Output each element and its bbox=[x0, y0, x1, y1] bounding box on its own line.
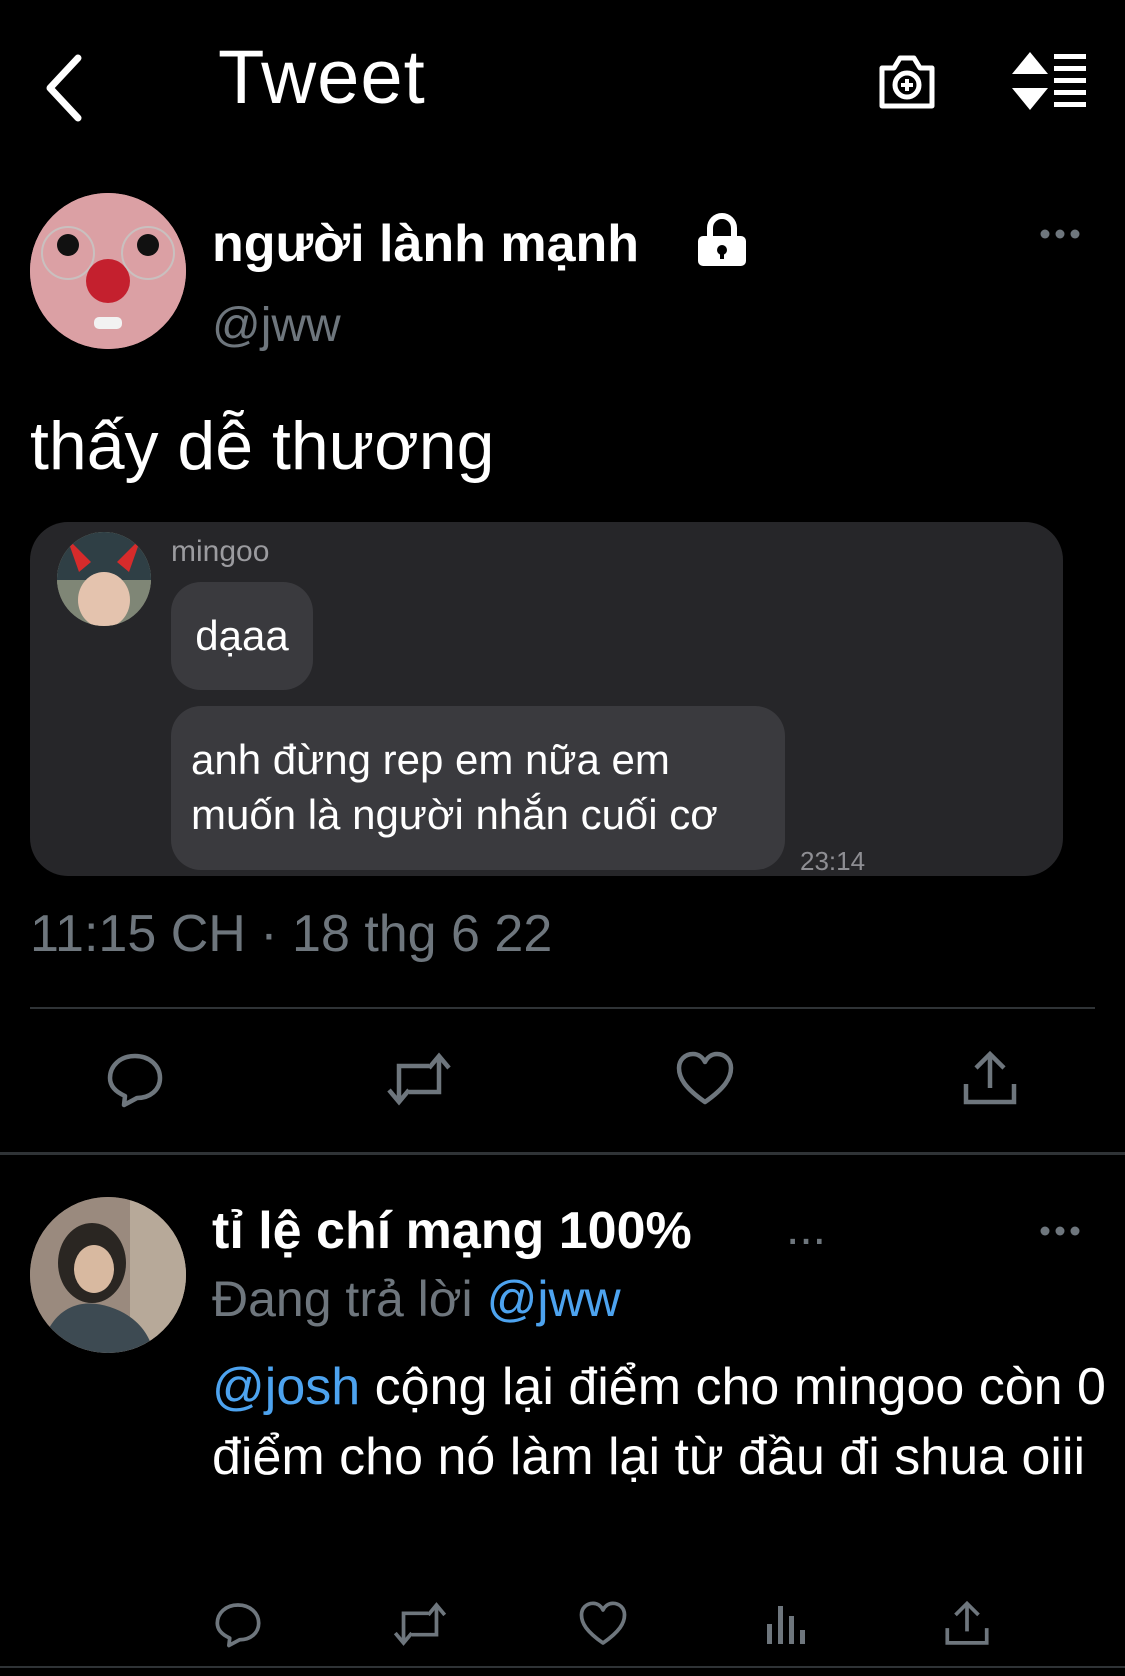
tweet-timestamp[interactable]: 11:15 CH · 18 thg 6 22 bbox=[30, 908, 552, 960]
avatar-illustration bbox=[30, 193, 186, 349]
back-button[interactable] bbox=[40, 50, 90, 130]
like-icon bbox=[578, 1600, 628, 1648]
analytics-icon bbox=[764, 1600, 808, 1646]
author-avatar[interactable] bbox=[30, 193, 186, 349]
author-handle[interactable]: @jww bbox=[212, 302, 341, 350]
reply-analytics-button[interactable] bbox=[764, 1600, 808, 1646]
chat-bubble: anh đừng rep em nữa em muốn là người nhắ… bbox=[171, 706, 785, 870]
reply-author-name[interactable]: tỉ lệ chí mạng 100% bbox=[212, 1205, 692, 1257]
chat-time: 23:14 bbox=[800, 846, 866, 876]
like-icon bbox=[675, 1050, 735, 1108]
tweet-text: thấy dễ thương bbox=[30, 408, 495, 484]
reply-author-avatar[interactable] bbox=[30, 1197, 186, 1353]
chat-sender-name: mingoo bbox=[171, 535, 270, 568]
replying-to: Đang trả lời @jww bbox=[212, 1272, 621, 1327]
name-truncation: ... bbox=[786, 1202, 827, 1255]
more-horizontal-icon bbox=[1040, 228, 1080, 240]
reply-reply-button[interactable] bbox=[214, 1600, 262, 1648]
sort-button[interactable] bbox=[1012, 52, 1088, 110]
divider bbox=[0, 1666, 1125, 1668]
reply-icon bbox=[214, 1600, 262, 1648]
share-icon bbox=[962, 1050, 1018, 1108]
reply-text: @josh cộng lại điểm cho mingoo còn 0 điể… bbox=[212, 1352, 1112, 1492]
sort-icon bbox=[1012, 52, 1088, 110]
retweet-icon bbox=[385, 1050, 453, 1108]
lock-icon bbox=[694, 212, 750, 268]
replying-handle-link[interactable]: @jww bbox=[487, 1271, 621, 1327]
chat-bubble: dạaa bbox=[171, 582, 313, 690]
reply-share-button[interactable] bbox=[944, 1600, 990, 1648]
reply-more-button[interactable] bbox=[1040, 1225, 1080, 1237]
chat-avatar bbox=[57, 532, 151, 626]
divider bbox=[0, 1152, 1125, 1155]
divider bbox=[30, 1007, 1095, 1009]
reply-like-button[interactable] bbox=[578, 1600, 628, 1648]
reply-avatar-illustration bbox=[30, 1197, 186, 1353]
retweet-icon bbox=[392, 1600, 448, 1648]
page-title: Tweet bbox=[218, 35, 426, 120]
chat-avatar-illustration bbox=[57, 532, 151, 626]
more-horizontal-icon bbox=[1040, 1225, 1080, 1237]
reply-retweet-button[interactable] bbox=[392, 1600, 448, 1648]
retweet-button[interactable] bbox=[385, 1050, 453, 1108]
reply-button[interactable] bbox=[106, 1050, 164, 1108]
author-name[interactable]: người lành mạnh bbox=[212, 218, 639, 270]
reply-icon bbox=[106, 1050, 164, 1108]
replying-prefix: Đang trả lời bbox=[212, 1271, 473, 1327]
mention-link[interactable]: @josh bbox=[212, 1358, 360, 1416]
camera-button[interactable] bbox=[876, 50, 938, 112]
more-button[interactable] bbox=[1040, 228, 1080, 240]
share-icon bbox=[944, 1600, 990, 1648]
camera-add-icon bbox=[876, 50, 938, 112]
chevron-left-icon bbox=[40, 50, 90, 126]
share-button[interactable] bbox=[962, 1050, 1018, 1108]
like-button[interactable] bbox=[675, 1050, 735, 1108]
